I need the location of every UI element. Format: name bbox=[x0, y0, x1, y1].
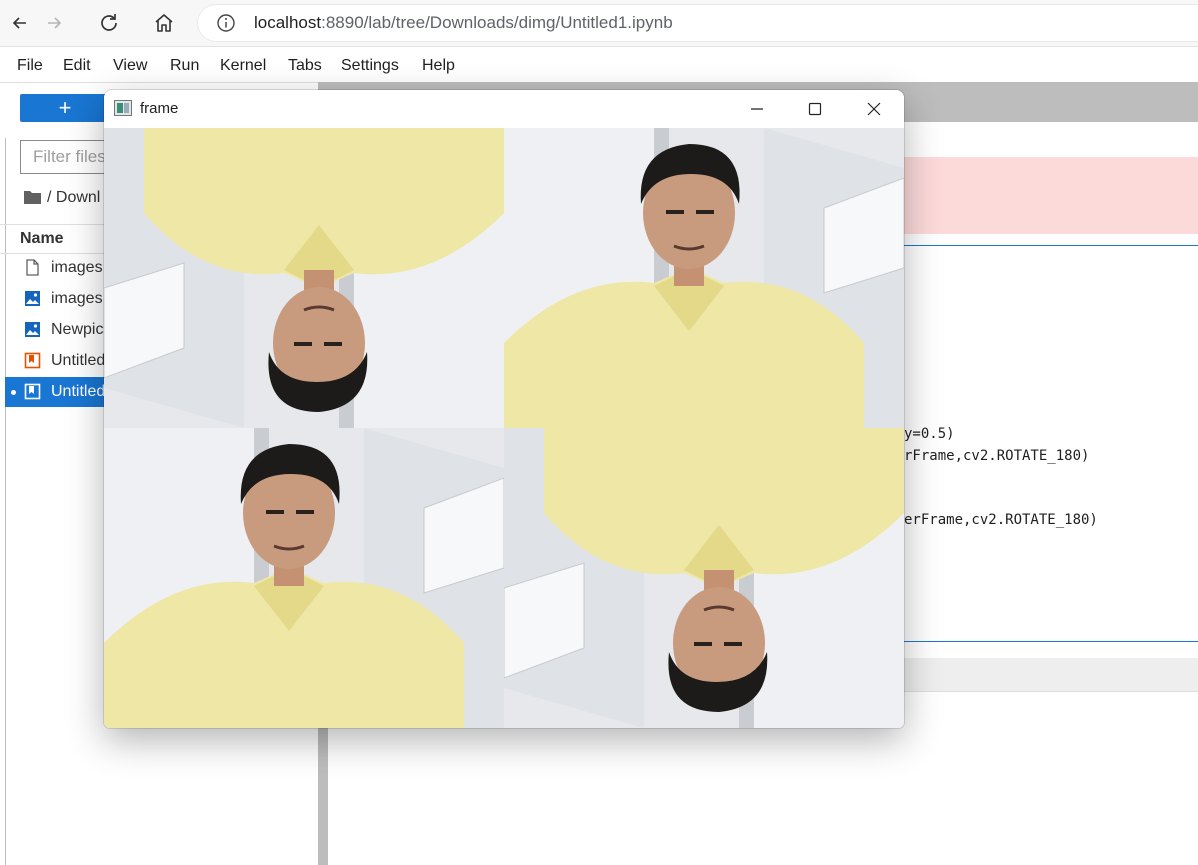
notebook-icon bbox=[24, 352, 41, 369]
address-bar[interactable]: localhost:8890/lab/tree/Downloads/dimg/U… bbox=[198, 5, 1198, 41]
close-button[interactable] bbox=[851, 94, 897, 124]
home-button[interactable] bbox=[148, 7, 180, 39]
menu-file[interactable]: File bbox=[17, 57, 43, 75]
browser-toolbar: localhost:8890/lab/tree/Downloads/dimg/U… bbox=[0, 0, 1198, 47]
menu-view[interactable]: View bbox=[113, 57, 147, 75]
running-indicator bbox=[11, 390, 16, 395]
file-row-selected[interactable]: Untitled bbox=[5, 377, 110, 407]
file-name: images. bbox=[51, 290, 108, 307]
forward-button[interactable] bbox=[38, 7, 70, 39]
home-icon bbox=[155, 14, 173, 32]
file-row[interactable]: images. bbox=[5, 253, 110, 283]
menu-tabs[interactable]: Tabs bbox=[288, 57, 322, 75]
image-icon bbox=[25, 291, 40, 306]
close-icon bbox=[867, 102, 881, 116]
reload-icon bbox=[101, 14, 117, 31]
menu-run[interactable]: Run bbox=[170, 57, 199, 75]
folder-icon bbox=[24, 191, 41, 204]
video-quadrant-bottom-right bbox=[504, 428, 904, 728]
video-quadrant-top-right bbox=[504, 128, 904, 428]
error-output bbox=[900, 157, 1198, 234]
code-line[interactable]: rFrame,cv2.ROTATE_180) bbox=[904, 448, 1089, 464]
file-name: Untitled bbox=[51, 383, 106, 400]
file-row[interactable]: images. bbox=[5, 284, 110, 314]
menu-kernel[interactable]: Kernel bbox=[220, 57, 266, 75]
active-cell-border bbox=[900, 245, 1198, 246]
window-title: frame bbox=[140, 100, 179, 117]
forward-icon bbox=[48, 17, 62, 29]
image-icon bbox=[25, 322, 40, 337]
new-launcher-button[interactable]: + bbox=[20, 94, 110, 122]
output-strip bbox=[900, 658, 1198, 692]
maximize-button[interactable] bbox=[792, 94, 838, 124]
breadcrumb[interactable]: / Downl bbox=[24, 189, 100, 207]
webcam-frame-image bbox=[104, 128, 504, 428]
menu-help[interactable]: Help bbox=[422, 57, 455, 75]
maximize-icon bbox=[808, 102, 822, 116]
minimize-button[interactable] bbox=[734, 94, 780, 124]
reload-button[interactable] bbox=[93, 7, 125, 39]
webcam-frame-image bbox=[504, 128, 904, 428]
column-name-header: Name bbox=[20, 230, 64, 247]
menu-bar: File Edit View Run Kernel Tabs Settings … bbox=[0, 47, 1198, 83]
filter-files-input[interactable] bbox=[20, 140, 116, 174]
minimize-icon bbox=[751, 108, 763, 110]
webcam-frame-image bbox=[504, 428, 904, 728]
breadcrumb-path: / Downl bbox=[47, 189, 101, 206]
video-canvas bbox=[104, 128, 904, 728]
file-name: images. bbox=[51, 259, 108, 276]
video-quadrant-top-left bbox=[104, 128, 504, 428]
url-text[interactable]: localhost:8890/lab/tree/Downloads/dimg/U… bbox=[254, 13, 673, 33]
webcam-frame-image bbox=[104, 428, 504, 728]
file-icon bbox=[26, 259, 39, 276]
info-icon[interactable] bbox=[216, 13, 236, 33]
code-text: erFrame,cv2.ROTATE_180) bbox=[904, 512, 1098, 528]
file-list-header[interactable]: Name bbox=[0, 224, 110, 254]
url-path: :8890/lab/tree/Downloads/dimg/Untitled1.… bbox=[321, 13, 673, 32]
file-row[interactable]: Untitled bbox=[5, 346, 110, 376]
file-name: Newpic bbox=[51, 321, 104, 338]
file-name: Untitled bbox=[51, 352, 106, 369]
code-line[interactable]: y=0.5) bbox=[904, 426, 955, 442]
video-quadrant-bottom-left bbox=[104, 428, 504, 728]
code-line[interactable]: erFrame,cv2.ROTATE_180) bbox=[904, 512, 1098, 528]
menu-settings[interactable]: Settings bbox=[341, 57, 399, 75]
back-icon bbox=[12, 17, 26, 29]
file-row[interactable]: Newpic bbox=[5, 315, 110, 345]
active-cell-border-bottom bbox=[900, 641, 1198, 642]
window-app-icon bbox=[114, 100, 132, 116]
back-button[interactable] bbox=[4, 7, 36, 39]
opencv-frame-window[interactable]: frame bbox=[104, 90, 904, 728]
window-titlebar[interactable]: frame bbox=[104, 90, 904, 128]
url-host: localhost bbox=[254, 13, 322, 32]
notebook-icon bbox=[24, 383, 41, 400]
menu-edit[interactable]: Edit bbox=[63, 57, 91, 75]
code-text: y=0.5) bbox=[904, 426, 955, 442]
code-text: rFrame,cv2.ROTATE_180) bbox=[904, 448, 1090, 464]
